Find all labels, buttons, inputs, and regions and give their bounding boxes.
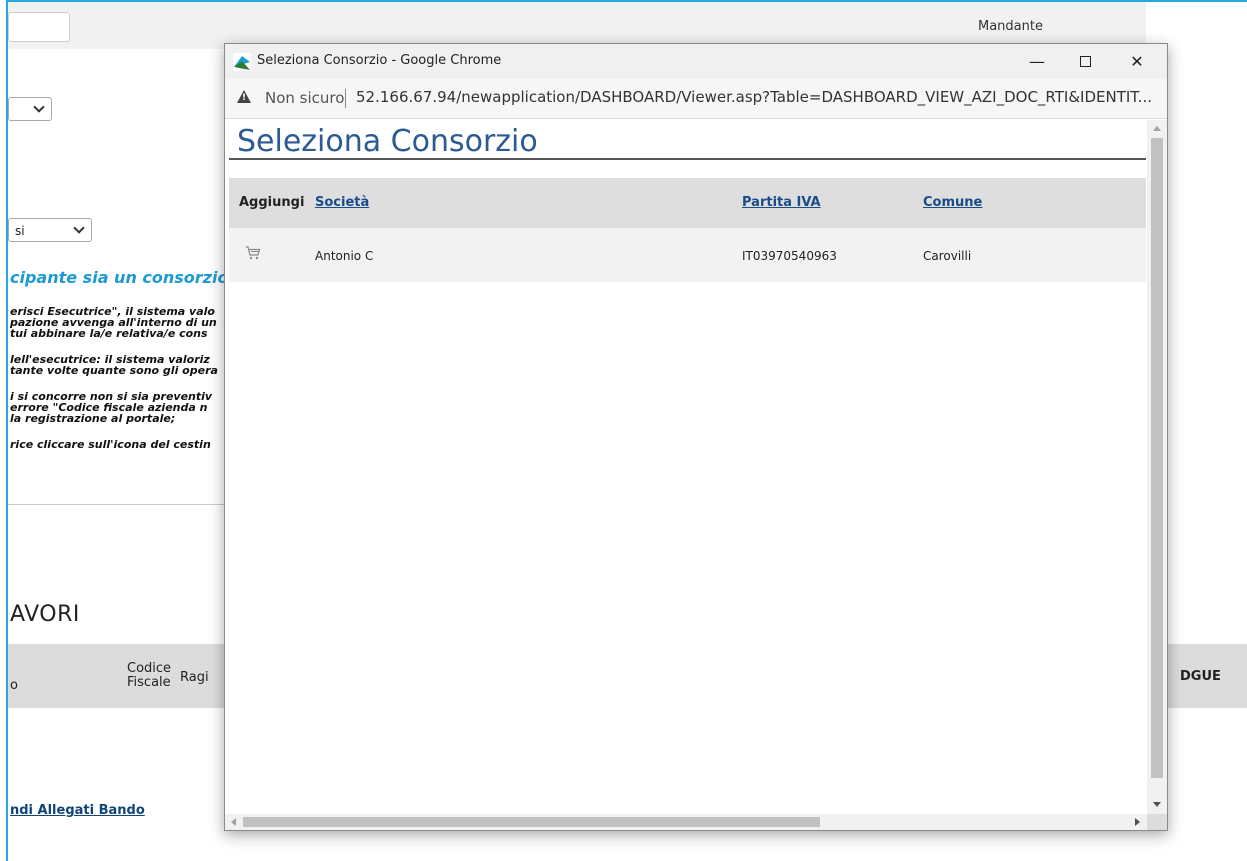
window-titlebar[interactable]: Seleziona Consorzio - Google Chrome — ✕ [225, 44, 1167, 79]
section-divider [8, 504, 228, 505]
scroll-up-arrow-icon[interactable] [1153, 126, 1161, 131]
sort-partita-iva-link[interactable]: Partita IVA [742, 195, 821, 210]
table-row: Antonio C IT03970540963 Carovilli [229, 228, 1146, 282]
title-divider [229, 158, 1146, 160]
note-gap [10, 339, 218, 354]
chevron-down-icon [33, 101, 45, 113]
instruction-notes: erisci Esecutrice", il sistema valo pazi… [10, 306, 218, 450]
scroll-left-arrow-icon[interactable] [231, 818, 236, 826]
header-aggiungi: Aggiungi [239, 195, 305, 210]
page-left-border [0, 0, 8, 861]
cart-icon[interactable] [245, 246, 261, 260]
page-title: Seleziona Consorzio [237, 124, 538, 159]
scroll-right-arrow-icon[interactable] [1135, 818, 1140, 826]
top-strip [8, 2, 1146, 49]
chevron-down-icon [73, 222, 85, 234]
info-heading: cipante sia un consorzio, [10, 268, 235, 287]
allegati-bando-link[interactable]: ndi Allegati Bando [10, 803, 145, 818]
warning-mark: ! [242, 93, 247, 103]
cell-comune: Carovilli [923, 249, 972, 263]
note-line: tante volte quante sono gli opera [10, 364, 218, 377]
maximize-icon [1079, 55, 1091, 67]
vertical-scroll-thumb[interactable] [1151, 138, 1163, 778]
cell-partita-iva: IT03970540963 [742, 249, 837, 263]
app-favicon-icon [233, 53, 251, 71]
minimize-button[interactable]: — [1017, 48, 1057, 76]
sort-comune-link[interactable]: Comune [923, 195, 982, 210]
horizontal-scrollbar[interactable] [225, 814, 1147, 830]
table-header-col-o: o [10, 678, 18, 693]
note-gap [10, 424, 218, 439]
note-line: rice cliccare sull'icona del cestin [10, 438, 211, 451]
mandante-label: Mandante [978, 19, 1043, 34]
grid-header: Aggiungi Società Partita IVA Comune [229, 178, 1146, 228]
scrollbar-corner [1147, 814, 1167, 830]
cell-societa: Antonio C [315, 249, 374, 263]
header-line: Codice [127, 661, 172, 676]
security-label[interactable]: Non sicuro [265, 89, 344, 107]
maximize-button[interactable] [1065, 48, 1105, 76]
close-button[interactable]: ✕ [1117, 48, 1157, 76]
address-separator [345, 89, 346, 108]
note-line: la registrazione al portale; [10, 412, 176, 425]
header-line: Fiscale [127, 675, 171, 690]
consorzio-select[interactable]: si [8, 218, 92, 242]
sort-societa-link[interactable]: Società [315, 195, 369, 210]
window-title: Seleziona Consorzio - Google Chrome [257, 53, 502, 68]
table-header-dgue: DGUE [1180, 669, 1221, 684]
popup-content: Seleziona Consorzio Aggiungi Società Par… [225, 120, 1146, 814]
section-title: AVORI [10, 602, 80, 627]
vertical-scrollbar[interactable] [1147, 120, 1167, 814]
top-input-field[interactable] [8, 12, 70, 42]
url-text[interactable]: 52.166.67.94/newapplication/DASHBOARD/Vi… [356, 88, 1152, 106]
note-line: tui abbinare la/e relativa/e cons [10, 327, 208, 340]
note-gap [10, 376, 218, 391]
first-select[interactable] [8, 97, 52, 121]
table-header-codice-fiscale: Codice Fiscale [127, 662, 171, 690]
horizontal-scroll-thumb[interactable] [243, 817, 820, 827]
seleziona-consorzio-window: Seleziona Consorzio - Google Chrome — ✕ … [224, 43, 1168, 831]
consorzio-select-value: si [15, 224, 25, 238]
table-header-ragione: Ragi [180, 670, 209, 685]
scroll-down-arrow-icon[interactable] [1153, 802, 1161, 807]
address-bar[interactable]: ! Non sicuro 52.166.67.94/newapplication… [225, 79, 1167, 119]
